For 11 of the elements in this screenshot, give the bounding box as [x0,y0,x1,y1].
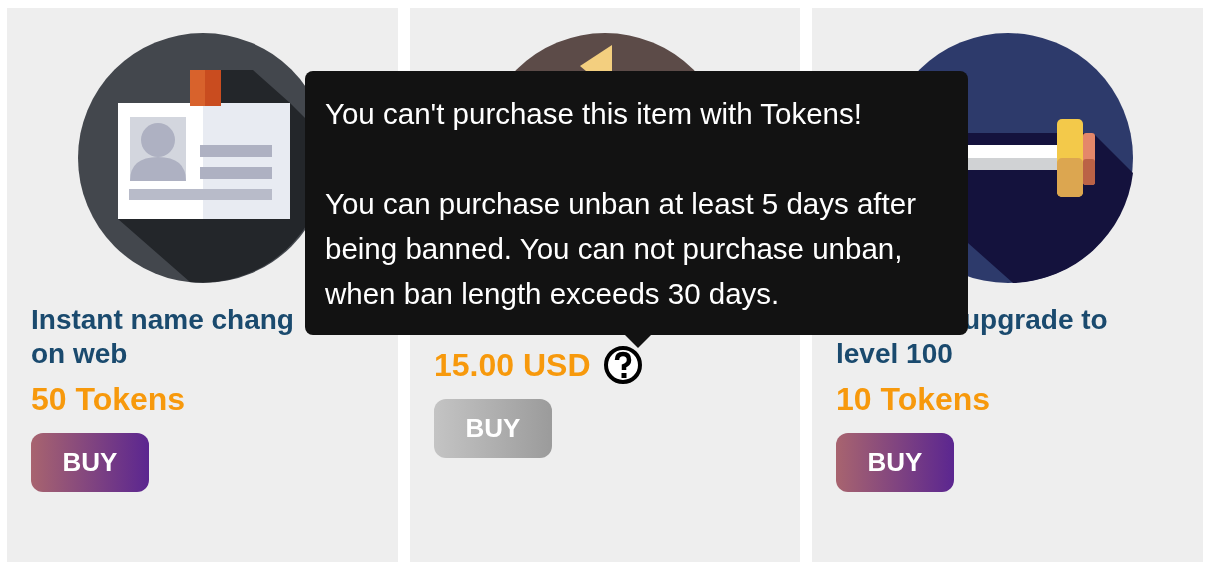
buy-button[interactable]: BUY [31,433,149,492]
item-title: Instant name chang [31,303,295,337]
tooltip-text: You can't purchase this item with Tokens! [325,96,863,132]
tooltip-text: You can purchase unban at least 5 days after being banned. You can not purchase unban, when ban length exceeds 30 days. [325,186,917,312]
price: 10 Tokens [836,380,991,418]
help-icon[interactable] [602,345,643,385]
item-title: on web [31,337,129,371]
price: 15.00 USD [434,346,591,384]
price: 50 Tokens [31,380,186,418]
buy-button[interactable]: BUY [836,433,954,492]
item-title: level 100 [836,337,954,371]
